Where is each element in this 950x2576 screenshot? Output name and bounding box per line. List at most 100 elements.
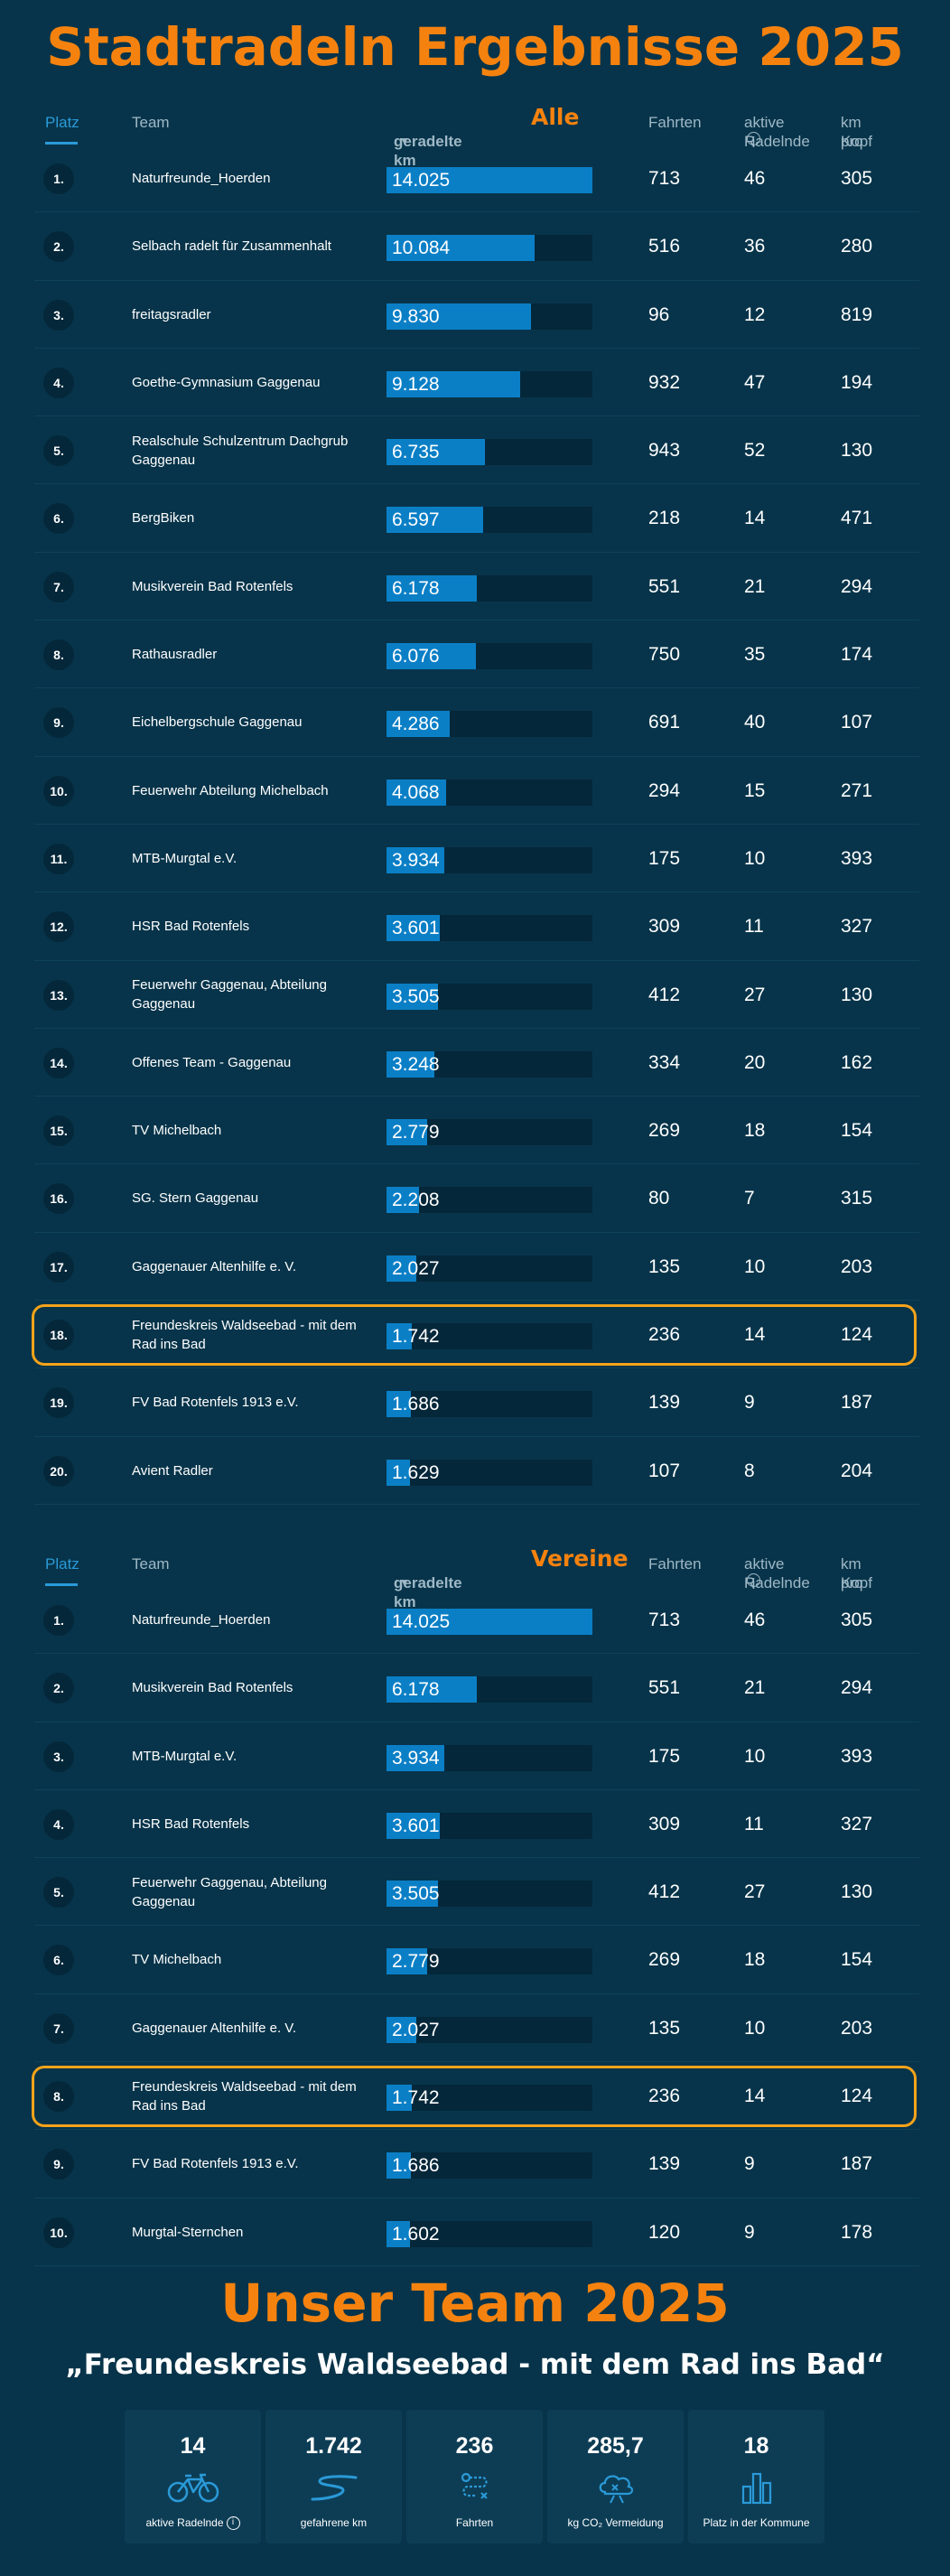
rank-badge: 6. [43,503,74,535]
ranking-all: Platz Team geradelte km ▼ Alle Fahrten aktive R… [34,99,919,1505]
km-value: 6.178 [392,1679,440,1701]
column-fahrten[interactable]: Fahrten [648,113,702,132]
km-value: 1.742 [392,2087,440,2109]
trips-icon [406,2469,543,2506]
aktive-value: 47 [744,371,766,393]
table-row[interactable]: 8. Rathausradler 6.076 750 35 174 [34,621,919,689]
table-row[interactable]: 10. Murgtal-Sternchen 1.602 120 9 178 [34,2198,919,2266]
stat-card: 18 Platz in der Kommune [688,2410,824,2543]
fahrten-value: 691 [648,712,681,733]
kopf-value: 174 [841,644,873,666]
table-row[interactable]: 14. Offenes Team - Gaggenau 3.248 334 20 162 [34,1029,919,1097]
aktive-value: 18 [744,1949,766,1971]
aktive-value: 12 [744,303,766,325]
table-row[interactable]: 5. Realschule Schulzentrum Dachgrub Gagge… [34,416,919,485]
aktive-value: 11 [744,916,764,938]
rank-badge: 10. [43,775,74,807]
table-row[interactable]: 19. FV Bad Rotenfels 1913 e.V. 1.686 139 9 18… [34,1368,919,1437]
aktive-value: 15 [744,779,766,801]
kopf-value: 393 [841,1745,873,1767]
team-name-title: „Freundeskreis Waldseebad - mit dem Rad … [65,2348,885,2381]
table-row[interactable]: 6. TV Michelbach 2.779 269 18 154 [34,1926,919,1994]
km-bar: 2.027 [387,1255,592,1282]
table-row[interactable]: 13. Feuerwehr Gaggenau, Abteilung Gaggena… [34,961,919,1029]
section-label: Alle [531,104,580,130]
rank-badge: 16. [43,1183,74,1215]
column-team[interactable]: Team [132,113,170,132]
table-row[interactable]: 5. Feuerwehr Gaggenau, Abteilung Gaggenau… [34,1858,919,1927]
team-section-title: Unser Team 2025 [220,2273,730,2334]
aktive-value: 9 [744,1392,755,1414]
table-row[interactable]: 9. FV Bad Rotenfels 1913 e.V. 1.686 139 9 187 [34,2130,919,2198]
table-row[interactable]: 1. Naturfreunde_Hoerden 14.025 713 46 305 [34,145,919,213]
kopf-value: 327 [841,1813,873,1834]
table-row[interactable]: 2. Selbach radelt für Zusammenhalt 10.084 5… [34,212,919,281]
aktive-value: 9 [744,2221,755,2243]
table-row[interactable]: 3. MTB-Murgtal e.V. 3.934 175 10 393 [34,1722,919,1790]
table-row[interactable]: 4. Goethe-Gymnasium Gaggenau 9.128 932 47 194 [34,349,919,417]
table-row[interactable]: 1. Naturfreunde_Hoerden 14.025 713 46 305 [34,1586,919,1655]
aktive-value: 9 [744,2153,755,2175]
team-name: Freundeskreis Waldseebad - mit dem Rad i… [132,2078,357,2114]
km-bar: 3.601 [387,915,592,942]
table-row[interactable]: 3. freitagsradler 9.830 96 12 819 [34,281,919,349]
table-row[interactable]: 18. Freundeskreis Waldseebad - mit dem Ra… [34,1301,919,1369]
table-row[interactable]: 16. SG. Stern Gaggenau 2.208 80 7 315 [34,1164,919,1233]
info-icon[interactable]: i [747,1573,760,1592]
table-row[interactable]: 17. Gaggenauer Altenhilfe e. V. 2.027 135 10… [34,1233,919,1302]
table-row[interactable]: 7. Gaggenauer Altenhilfe e. V. 2.027 135 10 2… [34,1994,919,2063]
team-name: Goethe-Gymnasium Gaggenau [132,374,321,390]
km-value: 1.686 [392,1394,440,1415]
table-row[interactable]: 12. HSR Bad Rotenfels 3.601 309 11 327 [34,892,919,961]
km-value: 10.084 [392,238,451,259]
table-row[interactable]: 6. BergBiken 6.597 218 14 471 [34,484,919,553]
bar-chart-icon [688,2469,824,2506]
km-bar: 3.505 [387,1881,592,1908]
table-row[interactable]: 20. Avient Radler 1.629 107 8 204 [34,1437,919,1505]
fahrten-value: 516 [648,236,681,257]
kopf-value: 294 [841,1677,873,1699]
column-team[interactable]: Team [132,1554,170,1573]
info-icon[interactable]: i [226,2516,240,2531]
fahrten-value: 309 [648,1813,681,1834]
table-row[interactable]: 11. MTB-Murgtal e.V. 3.934 175 10 393 [34,825,919,893]
tab-platz[interactable]: Platz [45,113,79,132]
km-bar: 2.779 [387,1948,592,1975]
rank-badge: 19. [43,1387,74,1419]
rank-badge: 17. [43,1251,74,1283]
team-name: MTB-Murgtal e.V. [132,850,238,866]
stat-label-text: Fahrten [455,2516,494,2529]
km-bar: 4.286 [387,711,592,738]
table-row[interactable]: 4. HSR Bad Rotenfels 3.601 309 11 327 [34,1790,919,1859]
rank-badge: 10. [43,2217,74,2248]
column-fahrten[interactable]: Fahrten [648,1554,702,1573]
table-row[interactable]: 10. Feuerwehr Abteilung Michelbach 4.068 29… [34,757,919,825]
km-bar: 1.742 [387,2085,592,2112]
table-row[interactable]: 7. Musikverein Bad Rotenfels 6.178 551 21 294 [34,553,919,621]
kopf-value: 305 [841,1610,873,1630]
stat-label: gefahrene km [265,2516,402,2529]
km-value: 9.830 [392,305,440,327]
fahrten-value: 96 [648,303,670,325]
fahrten-value: 269 [648,1120,681,1142]
rank-badge: 8. [43,639,74,671]
rank-badge: 5. [43,435,74,467]
tab-platz[interactable]: Platz [45,1554,79,1573]
km-bar: 1.686 [387,1391,592,1418]
table-row[interactable]: 15. TV Michelbach 2.779 269 18 154 [34,1097,919,1165]
table-row[interactable]: 2. Musikverein Bad Rotenfels 6.178 551 21 294 [34,1654,919,1722]
km-bar: 3.248 [387,1050,592,1078]
info-icon[interactable]: i [747,132,760,151]
table-row[interactable]: 8. Freundeskreis Waldseebad - mit dem Rad… [34,2062,919,2131]
km-value: 6.076 [392,646,440,667]
table-header: Platz Team geradelte km ▼ Vereine Fahrten akti… [34,1541,919,1610]
rank-badge: 9. [43,707,74,739]
table-row[interactable]: 9. Eichelbergschule Gaggenau 4.286 691 40 107 [34,688,919,757]
rank-badge: 6. [43,1945,74,1976]
stat-value: 236 [455,2433,494,2459]
team-name: MTB-Murgtal e.V. [132,1748,238,1764]
aktive-value: 14 [744,508,766,529]
section-label: Vereine [531,1545,629,1572]
fahrten-value: 135 [648,1255,681,1277]
kopf-value: 315 [841,1188,873,1209]
